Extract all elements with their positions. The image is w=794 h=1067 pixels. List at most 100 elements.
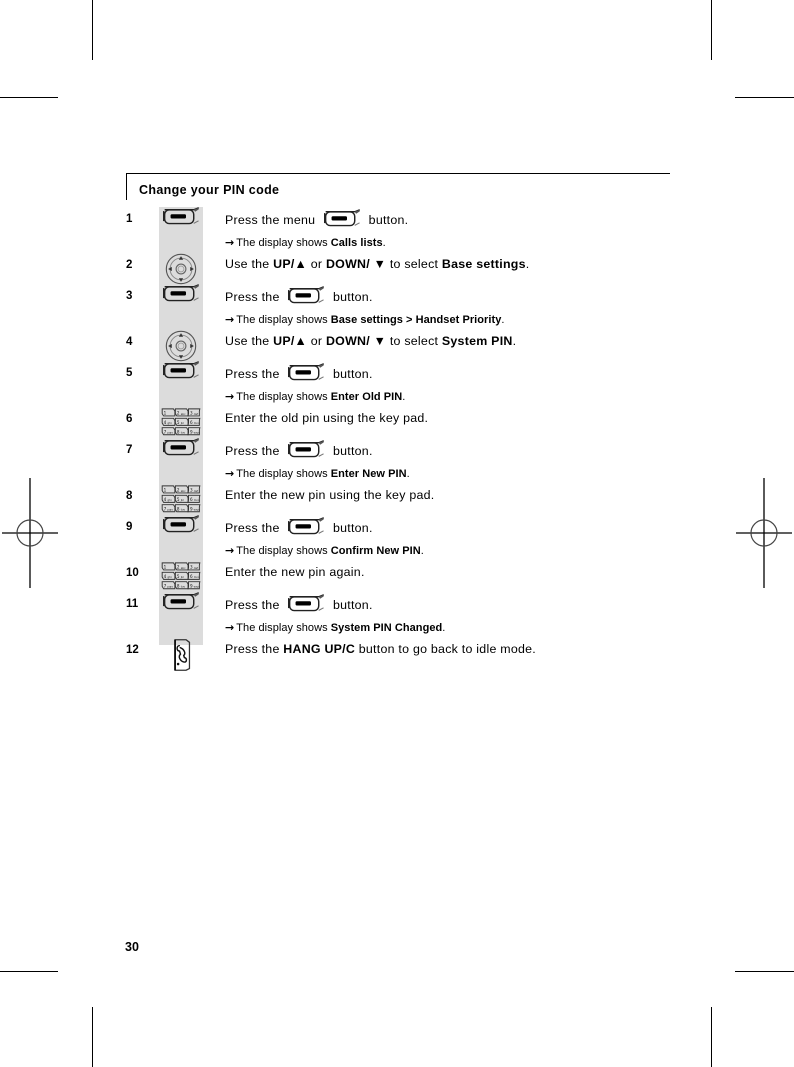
step-row: 2 Use the UP/▲ or DOWN/ ▼ to select Base … bbox=[126, 253, 686, 284]
result-arrow-icon: → bbox=[225, 313, 235, 326]
step-text: Press the button. → The display shows Base… bbox=[203, 284, 686, 328]
crop-mark-top-right-vertical bbox=[711, 0, 712, 60]
step-number: 1 bbox=[126, 213, 133, 225]
step-instruction: Use the UP/▲ or DOWN/ ▼ to select System… bbox=[225, 332, 686, 351]
instruction-text-post: button. bbox=[329, 598, 373, 612]
instruction-text-post: button. bbox=[364, 213, 409, 227]
instruction-text: Press the bbox=[225, 642, 284, 656]
result-text: The display shows bbox=[236, 314, 331, 326]
step-result: → The display shows Enter New PIN. bbox=[225, 466, 686, 482]
result-text-end: . bbox=[420, 545, 424, 557]
result-text-end: . bbox=[382, 237, 386, 249]
step-result: → The display shows Base settings > Hands… bbox=[225, 312, 686, 328]
instruction-text-post: button. bbox=[329, 290, 373, 304]
step-row: 10 Enter the new pin again. bbox=[126, 561, 686, 592]
page-title: Change your PIN code bbox=[139, 183, 280, 197]
step-instruction: Enter the new pin again. bbox=[225, 563, 686, 582]
step-number: 4 bbox=[126, 336, 133, 348]
registration-mark-right-icon bbox=[736, 478, 792, 588]
crop-mark-bottom-left-vertical bbox=[92, 1007, 93, 1067]
instruction-text: Use the bbox=[225, 334, 274, 348]
step-text: Press the button. → The display shows Conf… bbox=[203, 515, 686, 559]
step-instruction: Press the menu button. bbox=[225, 209, 686, 235]
result-text-end: . bbox=[501, 314, 505, 326]
result-text-end: . bbox=[402, 391, 406, 403]
step-row: 6 Enter the old pin using the key pad. bbox=[126, 407, 686, 438]
step-row: 4 Use the UP/▲ or DOWN/ ▼ to select Syste… bbox=[126, 330, 686, 361]
step-icon-cell bbox=[159, 361, 203, 386]
result-text: The display shows bbox=[236, 468, 331, 480]
result-text: The display shows bbox=[236, 391, 331, 403]
step-number: 12 bbox=[126, 644, 139, 656]
step-text: Press the menu button. → The display shows… bbox=[203, 207, 686, 251]
instruction-text: or bbox=[307, 257, 326, 271]
crop-mark-bottom-right-vertical bbox=[711, 1007, 712, 1067]
step-number: 6 bbox=[126, 413, 133, 425]
instruction-text: to select bbox=[386, 257, 442, 271]
step-icon-cell bbox=[159, 592, 203, 617]
result-text: The display shows bbox=[236, 545, 331, 557]
crop-mark-bottom-right-horizontal bbox=[735, 971, 794, 972]
instruction-text: or bbox=[307, 334, 326, 348]
instruction-emphasis: UP/▲ bbox=[273, 257, 308, 271]
inline-menu-softkey-icon bbox=[286, 363, 326, 389]
step-instruction: Enter the new pin using the key pad. bbox=[225, 486, 686, 505]
step-number: 10 bbox=[126, 567, 139, 579]
step-row: 12 Press the HANG UP/C button to go back … bbox=[126, 638, 686, 669]
instruction-text-post: button. bbox=[329, 367, 373, 381]
step-instruction: Press the button. bbox=[225, 286, 686, 312]
step-list: 1 Press the menu button. → The display show… bbox=[126, 207, 686, 669]
result-text: The display shows bbox=[236, 237, 331, 249]
step-icon-cell bbox=[159, 284, 203, 309]
registration-mark-left-icon bbox=[2, 478, 58, 588]
step-text: Use the UP/▲ or DOWN/ ▼ to select System… bbox=[203, 330, 686, 351]
step-result: → The display shows Calls lists. bbox=[225, 235, 686, 251]
result-arrow-icon: → bbox=[225, 390, 235, 403]
step-row: 9 Press the button. → The display shows Con… bbox=[126, 515, 686, 561]
inline-menu-softkey-icon bbox=[286, 286, 326, 312]
instruction-text-pre: Press the bbox=[225, 367, 284, 381]
step-icon-cell bbox=[159, 207, 203, 232]
step-instruction: Press the HANG UP/C button to go back to… bbox=[225, 640, 686, 659]
step-instruction: Press the button. bbox=[225, 517, 686, 543]
step-row: 3 Press the button. → The display shows Bas… bbox=[126, 284, 686, 330]
crop-mark-top-left-horizontal bbox=[0, 97, 58, 98]
step-number: 8 bbox=[126, 490, 133, 502]
inline-menu-softkey-icon bbox=[322, 209, 362, 235]
step-text: Press the HANG UP/C button to go back to… bbox=[203, 638, 686, 659]
inline-menu-softkey-icon bbox=[286, 440, 326, 466]
result-display-value: Calls lists bbox=[330, 237, 383, 249]
step-row: 7 Press the button. → The display shows Ent… bbox=[126, 438, 686, 484]
step-result: → The display shows Enter Old PIN. bbox=[225, 389, 686, 405]
result-display-value: Enter New PIN bbox=[330, 468, 407, 480]
crop-mark-top-left-vertical bbox=[92, 0, 93, 60]
result-text-end: . bbox=[406, 468, 410, 480]
step-text: Enter the old pin using the key pad. bbox=[203, 407, 686, 428]
result-arrow-icon: → bbox=[225, 621, 235, 634]
step-number: 11 bbox=[126, 598, 139, 610]
step-number: 3 bbox=[126, 290, 133, 302]
instruction-text: . bbox=[512, 334, 517, 348]
hang-up-button-icon bbox=[170, 638, 192, 677]
result-display-value: Enter Old PIN bbox=[330, 391, 403, 403]
instruction-text: Enter the new pin again. bbox=[225, 565, 365, 579]
step-instruction: Enter the old pin using the key pad. bbox=[225, 409, 686, 428]
step-instruction: Press the button. bbox=[225, 594, 686, 620]
section-title-tick bbox=[126, 173, 127, 200]
instruction-text-pre: Press the menu bbox=[225, 213, 319, 227]
step-text: Press the button. → The display shows Ente… bbox=[203, 438, 686, 482]
step-text: Enter the new pin again. bbox=[203, 561, 686, 582]
step-instruction: Use the UP/▲ or DOWN/ ▼ to select Base s… bbox=[225, 255, 686, 274]
menu-softkey-icon bbox=[161, 592, 201, 617]
instruction-emphasis: HANG UP/C bbox=[283, 642, 356, 656]
menu-softkey-icon bbox=[161, 284, 201, 309]
result-display-value: System PIN Changed bbox=[330, 622, 443, 634]
instruction-text: button to go back to idle mode. bbox=[355, 642, 536, 656]
instruction-text: Enter the new pin using the key pad. bbox=[225, 488, 435, 502]
step-icon-cell bbox=[159, 438, 203, 463]
instruction-emphasis: System PIN bbox=[441, 334, 513, 348]
instruction-emphasis: DOWN/ ▼ bbox=[325, 334, 387, 348]
instruction-text: Use the bbox=[225, 257, 274, 271]
step-number: 7 bbox=[126, 444, 133, 456]
instruction-emphasis: UP/▲ bbox=[273, 334, 308, 348]
